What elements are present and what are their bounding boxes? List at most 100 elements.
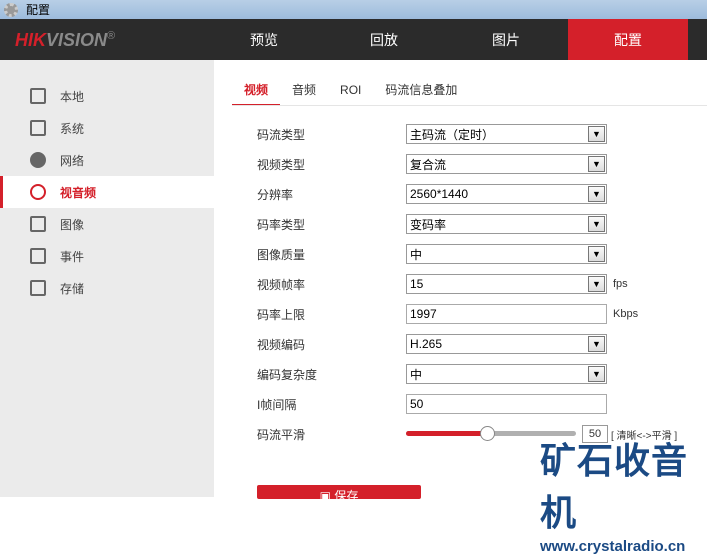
sidebar-item-event[interactable]: 事件 xyxy=(0,240,214,272)
stream-type-select[interactable]: 主码流（定时） ▼ xyxy=(406,124,607,144)
field-label: 视频类型 xyxy=(257,157,306,172)
sidebar-item-system[interactable]: 系统 xyxy=(0,112,214,144)
watermark-url: www.crystalradio.cn xyxy=(540,538,686,555)
row-resolution: 分辨率 2560*1440 ▼ xyxy=(257,184,707,204)
sidebar-item-label: 存储 xyxy=(60,281,85,296)
video-encoding-select[interactable]: H.265 ▼ xyxy=(406,334,607,354)
sidebar-item-label: 事件 xyxy=(60,249,85,264)
resolution-select[interactable]: 2560*1440 ▼ xyxy=(406,184,607,204)
max-bitrate-input[interactable]: 1997 xyxy=(406,304,607,324)
select-value: 15 xyxy=(410,277,424,291)
image-quality-select[interactable]: 中 ▼ xyxy=(406,244,607,264)
smoothing-hint: [ 清晰<->平滑 ] xyxy=(611,430,678,442)
tab-divider xyxy=(232,105,707,106)
row-i-frame-interval: I帧间隔 50 xyxy=(257,394,707,414)
i-frame-interval-input[interactable]: 50 xyxy=(406,394,607,414)
nav-picture[interactable]: 图片 xyxy=(446,19,566,60)
field-label: 视频帧率 xyxy=(257,277,306,292)
row-image-quality: 图像质量中 ▼ xyxy=(257,244,707,264)
field-label: 图像质量 xyxy=(257,247,306,262)
sidebar-item-label: 本地 xyxy=(60,89,85,104)
top-header: HIKVISION® 预览 回放 图片 配置 xyxy=(0,19,707,60)
select-value: 2560*1440 xyxy=(410,187,469,201)
logo-mark: ® xyxy=(107,30,116,42)
chevron-down-icon: ▼ xyxy=(588,276,605,292)
field-label: 分辨率 xyxy=(257,187,294,202)
mic-video-icon xyxy=(30,184,46,200)
select-value: 中 xyxy=(410,247,423,262)
chevron-down-icon: ▼ xyxy=(588,156,605,172)
slider-fill xyxy=(406,431,487,436)
globe-icon xyxy=(30,152,46,168)
row-encoding-complexity: 编码复杂度中 ▼ xyxy=(257,364,707,384)
tab-bar: 视频 音频 ROI 码流信息叠加 xyxy=(232,80,469,106)
select-value: H.265 xyxy=(410,337,443,351)
row-max-bitrate: 码率上限 1997 Kbps xyxy=(257,304,707,324)
nav-configuration[interactable]: 配置 xyxy=(568,19,688,60)
bitrate-type-select[interactable]: 变码率 ▼ xyxy=(406,214,607,234)
window-titlebar: 配置 xyxy=(0,0,707,19)
row-frame-rate: 视频帧率 15 ▼ fps xyxy=(257,274,707,294)
row-smoothing: 码流平滑 50 [ 清晰<->平滑 ] xyxy=(257,424,707,444)
row-bitrate-type: 码率类型 变码率 ▼ xyxy=(257,214,707,234)
chevron-down-icon: ▼ xyxy=(588,336,605,352)
tab-video[interactable]: 视频 xyxy=(232,80,281,106)
select-value: 中 xyxy=(410,367,423,382)
row-video-encoding: 视频编码 H.265 ▼ xyxy=(257,334,707,354)
chevron-down-icon: ▼ xyxy=(588,246,605,262)
field-label: 码流类型 xyxy=(257,127,306,142)
chevron-down-icon: ▼ xyxy=(588,126,605,142)
logo-red: HIK xyxy=(15,30,46,50)
field-label: 码率类型 xyxy=(257,217,306,232)
field-label: 编码复杂度 xyxy=(257,367,318,382)
sidebar-item-label: 系统 xyxy=(60,121,85,136)
sidebar-item-label: 视音频 xyxy=(60,185,97,200)
frame-rate-select[interactable]: 15 ▼ xyxy=(406,274,607,294)
select-value: 复合流 xyxy=(410,157,447,172)
nav-playback[interactable]: 回放 xyxy=(324,19,444,60)
logo-gray: VISION xyxy=(46,30,108,50)
floppy-icon: ▣ xyxy=(319,489,335,503)
floppy-icon xyxy=(30,280,46,296)
select-value: 变码率 xyxy=(410,217,447,232)
sidebar-item-label: 图像 xyxy=(60,217,85,232)
field-label: 码流平滑 xyxy=(257,427,306,442)
slider-handle[interactable] xyxy=(479,426,495,441)
chevron-down-icon: ▼ xyxy=(588,186,605,202)
sidebar-item-network[interactable]: 网络 xyxy=(0,144,214,176)
row-video-type: 视频类型 复合流 ▼ xyxy=(257,154,707,174)
field-label: 视频编码 xyxy=(257,337,306,352)
chevron-down-icon: ▼ xyxy=(588,216,605,232)
watermark-title: 矿石收音机 xyxy=(540,440,689,533)
window-icon xyxy=(30,120,46,136)
encoding-complexity-select[interactable]: 中 ▼ xyxy=(406,364,607,384)
unit-label: Kbps xyxy=(613,308,639,320)
row-stream-type: 码流类型 主码流（定时） ▼ xyxy=(257,124,707,144)
monitor-icon xyxy=(30,88,46,104)
sidebar: 本地 系统 网络 视音频 图像 事件 存储 xyxy=(0,60,214,497)
hikvision-logo: HIKVISION® xyxy=(15,30,115,51)
image-icon xyxy=(30,216,46,232)
sidebar-item-image[interactable]: 图像 xyxy=(0,208,214,240)
field-label: I帧间隔 xyxy=(257,397,297,412)
chevron-down-icon: ▼ xyxy=(588,366,605,382)
smoothing-slider[interactable] xyxy=(406,424,576,444)
watermark: 矿石收音机 www.crystalradio.cn xyxy=(540,432,707,555)
sidebar-item-storage[interactable]: 存储 xyxy=(0,272,214,304)
sidebar-item-local[interactable]: 本地 xyxy=(0,80,214,112)
tab-roi[interactable]: ROI xyxy=(328,80,373,106)
calendar-icon xyxy=(30,248,46,264)
smoothing-value-input[interactable]: 50 xyxy=(582,425,608,443)
sidebar-item-video-audio[interactable]: 视音频 xyxy=(0,176,214,208)
window-title: 配置 xyxy=(26,3,51,17)
save-label: 保存 xyxy=(334,489,359,503)
tab-audio[interactable]: 音频 xyxy=(280,80,328,106)
select-value: 主码流（定时） xyxy=(410,127,495,142)
video-type-select[interactable]: 复合流 ▼ xyxy=(406,154,607,174)
field-label: 码率上限 xyxy=(257,307,306,322)
gear-icon xyxy=(4,2,18,17)
tab-stream-overlay[interactable]: 码流信息叠加 xyxy=(373,80,469,106)
unit-label: fps xyxy=(613,278,628,290)
nav-preview[interactable]: 预览 xyxy=(204,19,324,60)
sidebar-item-label: 网络 xyxy=(60,153,85,168)
